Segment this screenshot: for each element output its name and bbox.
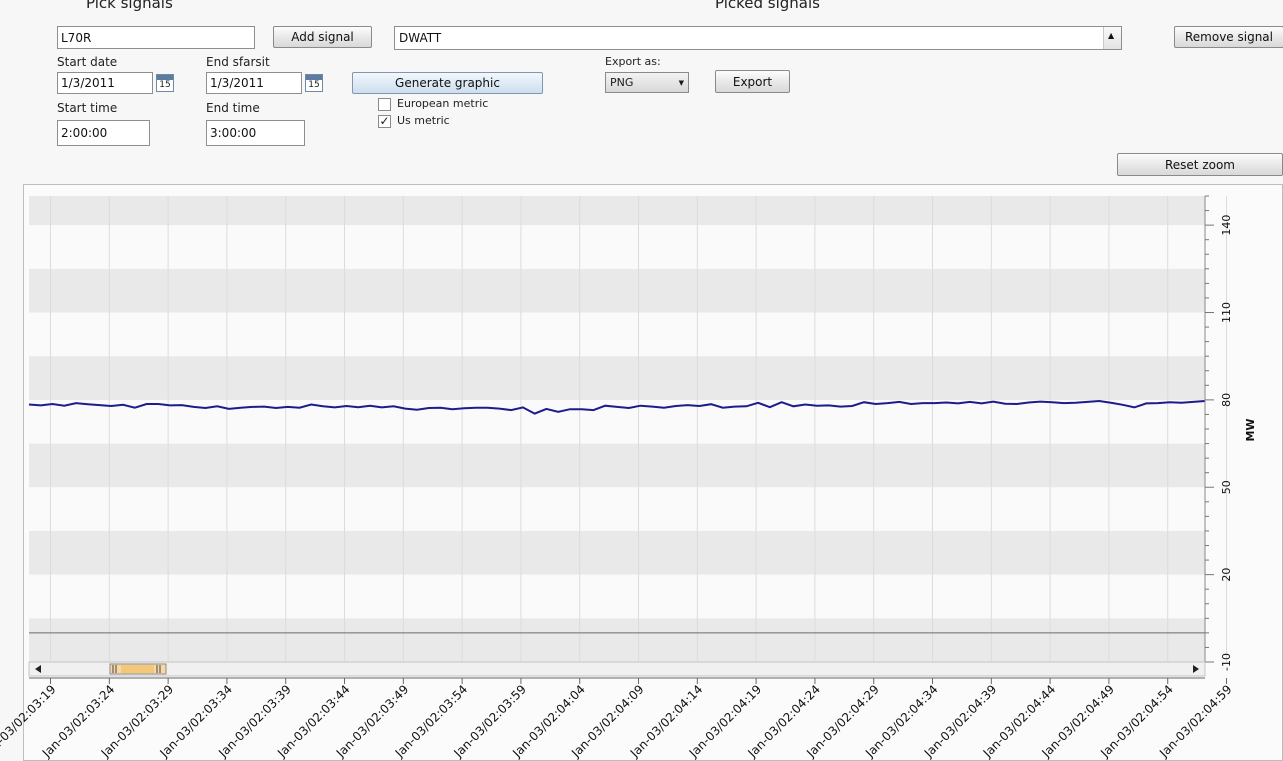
grid-band (29, 618, 1205, 662)
grid-band (29, 443, 1205, 488)
grid-band (29, 268, 1205, 313)
y-tick-label: 140 (1220, 215, 1233, 236)
grid-band (29, 574, 1205, 619)
y-tick-label: -10 (1220, 653, 1233, 671)
grid-band (29, 312, 1205, 357)
y-tick-label: 110 (1220, 302, 1233, 323)
grid-band (29, 530, 1205, 575)
y-tick-label: 80 (1220, 393, 1233, 407)
grid-band (29, 196, 1205, 226)
grid-band (29, 225, 1205, 269)
horizontal-scrollbar[interactable] (28, 661, 1206, 677)
y-tick-label: 50 (1220, 480, 1233, 494)
y-axis-label: MW (1244, 418, 1257, 441)
y-tick-label: 20 (1220, 568, 1233, 582)
grid-band (29, 356, 1205, 400)
grid-band (29, 487, 1205, 531)
line-chart[interactable]: -10205080110140 MW Jan-03/02:03:19Jan-03… (0, 0, 1283, 761)
